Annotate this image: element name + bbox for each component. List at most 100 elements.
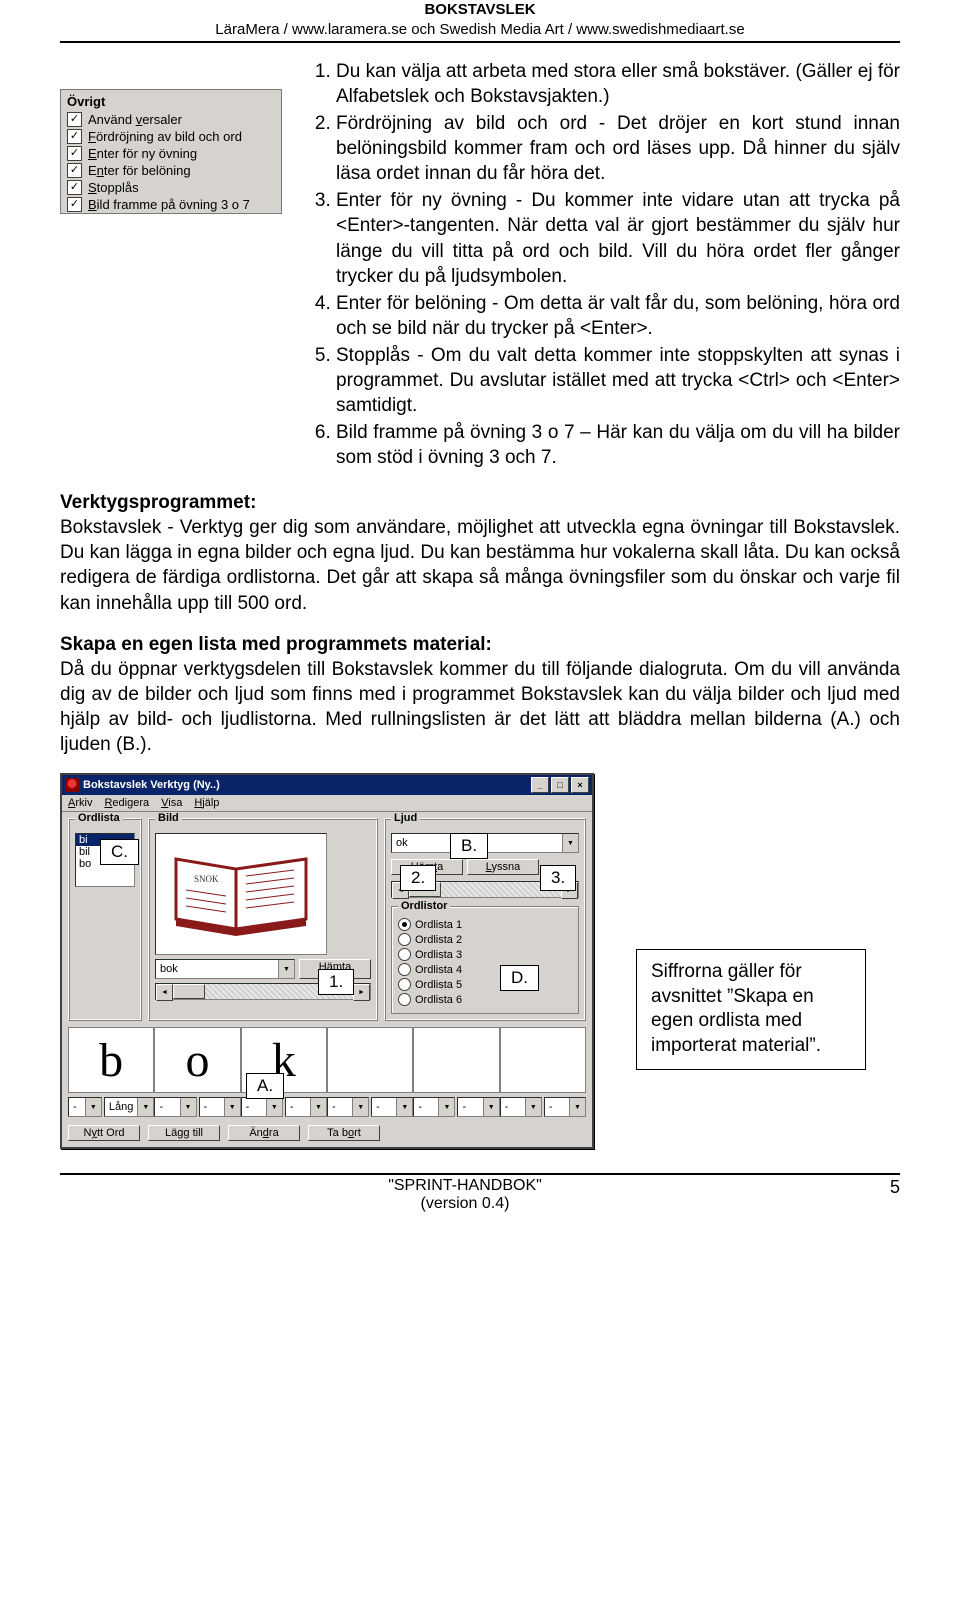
checkbox-label: Fördröjning av bild och ord <box>88 129 242 144</box>
action-button[interactable]: Ta bort <box>308 1125 380 1141</box>
menu-item[interactable]: Redigera <box>104 797 149 809</box>
radio-icon <box>398 948 411 961</box>
callout-b: B. <box>450 833 488 859</box>
duration-combo[interactable]: -▼ <box>544 1097 586 1117</box>
letter-cell: o <box>154 1027 240 1093</box>
action-button[interactable]: Lägg till <box>148 1125 220 1141</box>
numbered-list: Du kan välja att arbeta med stora eller … <box>306 59 900 470</box>
duration-combo[interactable]: Lång▼ <box>104 1097 154 1117</box>
sound-combo[interactable]: -▼ <box>154 1097 196 1117</box>
sound-cell: -▼Lång▼ <box>68 1097 154 1117</box>
radio-label: Ordlista 1 <box>415 919 462 931</box>
checkbox-icon <box>67 112 82 127</box>
titlebar: Bokstavslek Verktyg (Ny..) _ □ × <box>62 775 592 795</box>
letter-cell: b <box>68 1027 154 1093</box>
tool-screenshot: Bokstavslek Verktyg (Ny..) _ □ × Arkiv Re… <box>60 773 900 1149</box>
section-skapa: Skapa en egen lista med programmets mate… <box>60 632 900 757</box>
option-checkbox-row[interactable]: Enter för ny övning <box>61 145 281 162</box>
duration-combo[interactable]: -▼ <box>199 1097 241 1117</box>
sound-cell: -▼-▼ <box>154 1097 240 1117</box>
callout-a: A. <box>246 1073 284 1099</box>
menu-item[interactable]: Visa <box>161 797 182 809</box>
ordlista-radio[interactable]: Ordlista 3 <box>398 947 572 962</box>
ljud-lyssna-button[interactable]: Lyssna <box>467 859 539 875</box>
maximize-button[interactable]: □ <box>551 777 569 793</box>
doc-subtitle: LäraMera / www.laramera.se och Swedish M… <box>215 21 744 38</box>
footer: "SPRINT-HANDBOK" (version 0.4) 5 <box>60 1173 900 1213</box>
ordlista-radio[interactable]: Ordlista 4 <box>398 962 572 977</box>
radio-label: Ordlista 6 <box>415 994 462 1006</box>
list-item: Stopplås - Om du valt detta kommer inte … <box>336 343 900 418</box>
radio-icon <box>398 978 411 991</box>
checkbox-icon <box>67 146 82 161</box>
duration-combo[interactable]: -▼ <box>457 1097 499 1117</box>
radio-icon <box>398 918 411 931</box>
svg-text:SNOK: SNOK <box>194 874 219 884</box>
group-ordlistor: Ordlistor Ordlista 1Ordlista 2Ordlista 3… <box>391 906 579 1014</box>
option-checkbox-row[interactable]: Stopplås <box>61 179 281 196</box>
minimize-button[interactable]: _ <box>531 777 549 793</box>
checkbox-label: Enter för belöning <box>88 163 191 178</box>
sound-combo[interactable]: -▼ <box>327 1097 369 1117</box>
sound-cell: -▼-▼ <box>327 1097 413 1117</box>
checkbox-label: Bild framme på övning 3 o 7 <box>88 197 250 212</box>
window-title: Bokstavslek Verktyg (Ny..) <box>83 779 220 791</box>
letter-cell <box>500 1027 586 1093</box>
ordlista-radio[interactable]: Ordlista 5 <box>398 977 572 992</box>
action-button[interactable]: Nytt Ord <box>68 1125 140 1141</box>
sound-cell: -▼-▼ <box>413 1097 499 1117</box>
button-row: Nytt Ord Lägg till Ändra Ta bort <box>68 1125 586 1141</box>
action-button[interactable]: Ändra <box>228 1125 300 1141</box>
sound-combo[interactable]: -▼ <box>413 1097 455 1117</box>
sound-cell: -▼-▼ <box>241 1097 327 1117</box>
option-checkbox-row[interactable]: Bild framme på övning 3 o 7 <box>61 196 281 213</box>
ordlista-radio[interactable]: Ordlista 2 <box>398 932 572 947</box>
sound-row: -▼Lång▼-▼-▼-▼-▼-▼-▼-▼-▼-▼-▼ <box>68 1097 586 1117</box>
list-item: Du kan välja att arbeta med stora eller … <box>336 59 900 109</box>
checkbox-label: Stopplås <box>88 180 139 195</box>
option-checkbox-row[interactable]: Fördröjning av bild och ord <box>61 128 281 145</box>
menu-item[interactable]: Arkiv <box>68 797 92 809</box>
list-item: Enter för ny övning - Du kommer inte vid… <box>336 188 900 288</box>
option-checkbox-row[interactable]: Enter för belöning <box>61 162 281 179</box>
radio-label: Ordlista 2 <box>415 934 462 946</box>
ordlista-radio[interactable]: Ordlista 1 <box>398 917 572 932</box>
footer-line2: (version 0.4) <box>421 1195 510 1212</box>
radio-label: Ordlista 5 <box>415 979 462 991</box>
duration-combo[interactable]: -▼ <box>285 1097 327 1117</box>
callout-2: 2. <box>400 865 436 891</box>
book-icon: SNOK <box>166 844 316 944</box>
ordlista-radio[interactable]: Ordlista 6 <box>398 992 572 1007</box>
close-button[interactable]: × <box>571 777 589 793</box>
checkbox-label: Använd versaler <box>88 112 182 127</box>
letter-cell <box>413 1027 499 1093</box>
radio-icon <box>398 993 411 1006</box>
bild-combo[interactable]: bok▼ <box>155 959 295 979</box>
option-checkbox-row[interactable]: Använd versaler <box>61 111 281 128</box>
sound-combo[interactable]: -▼ <box>241 1097 283 1117</box>
radio-label: Ordlista 3 <box>415 949 462 961</box>
menubar[interactable]: Arkiv Redigera Visa Hjälp <box>62 795 592 812</box>
page-number: 5 <box>870 1177 900 1198</box>
options-group-title: Övrigt <box>61 90 281 111</box>
menu-item[interactable]: Hjälp <box>194 797 219 809</box>
checkbox-label: Enter för ny övning <box>88 146 197 161</box>
checkbox-icon <box>67 163 82 178</box>
note-box: Siffrorna gäller för avsnittet ”Skapa en… <box>636 949 866 1070</box>
options-panel: Övrigt Använd versaler Fördröjning av bil… <box>60 89 282 214</box>
radio-icon <box>398 963 411 976</box>
list-item: Enter för belöning - Om detta är valt få… <box>336 291 900 341</box>
duration-combo[interactable]: -▼ <box>371 1097 413 1117</box>
callout-c: C. <box>100 839 139 865</box>
sound-combo[interactable]: -▼ <box>68 1097 102 1117</box>
callout-1: 1. <box>318 969 354 995</box>
sound-combo[interactable]: -▼ <box>500 1097 542 1117</box>
footer-line1: "SPRINT-HANDBOK" <box>388 1177 542 1194</box>
sound-cell: -▼-▼ <box>500 1097 586 1117</box>
checkbox-icon <box>67 180 82 195</box>
checkbox-icon <box>67 197 82 212</box>
app-icon <box>65 778 79 792</box>
letter-cell <box>327 1027 413 1093</box>
picture-preview: SNOK <box>155 833 327 955</box>
checkbox-icon <box>67 129 82 144</box>
